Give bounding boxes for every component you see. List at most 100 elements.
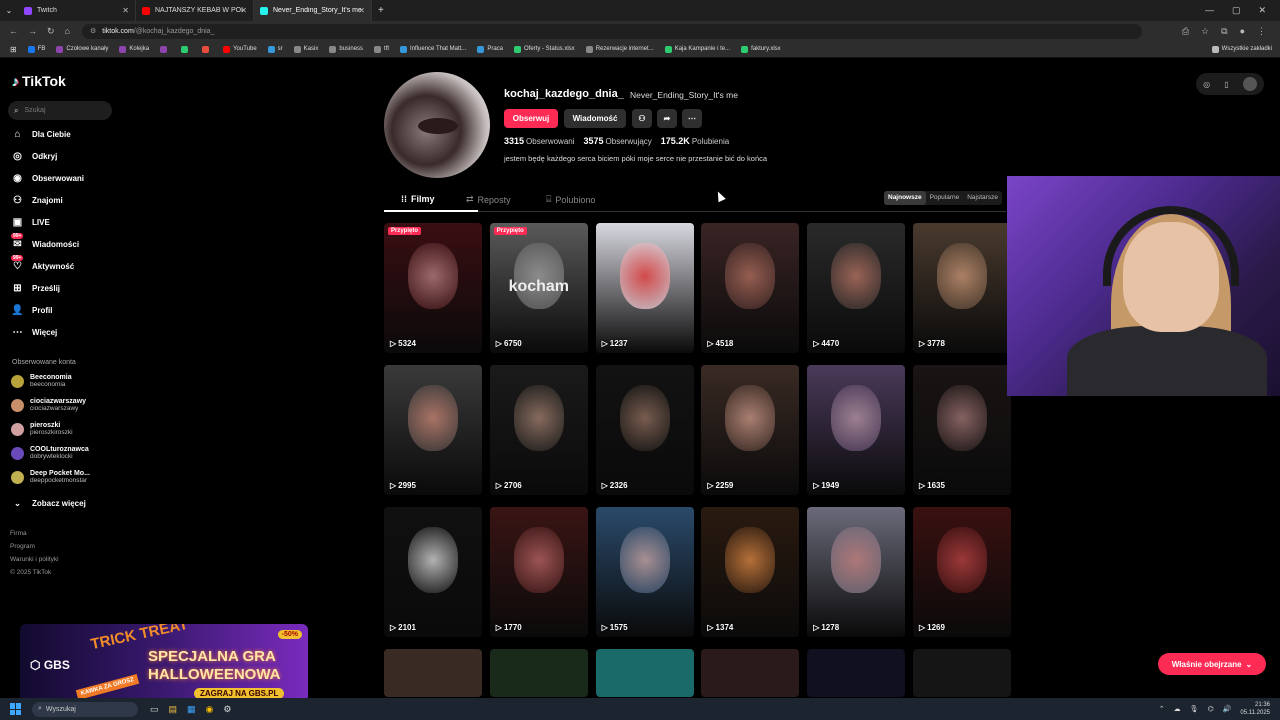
see-more-button[interactable]: ⌄ Zobacz więcej	[11, 497, 86, 510]
video-thumbnail[interactable]: ▷ 1374	[701, 507, 800, 637]
footer-link[interactable]: Warunki i polityki	[10, 556, 59, 563]
tiktok-logo[interactable]: ♪ TikTok	[12, 73, 66, 89]
sidebar-item[interactable]: ⊞ Prześlij	[11, 282, 60, 295]
all-bookmarks[interactable]: Wszystkie zakładki	[1211, 45, 1280, 53]
network-icon[interactable]: ⌬	[1208, 705, 1214, 713]
recently-watched-button[interactable]: Właśnie obejrzane ⌄	[1158, 653, 1266, 675]
bookmark-item[interactable]: Influence That Matt...	[400, 45, 466, 53]
video-thumbnail[interactable]: ▷ 1575	[595, 507, 694, 637]
footer-link[interactable]: Firma	[10, 530, 27, 537]
video-thumbnail[interactable]	[913, 649, 1011, 697]
taskbar-search[interactable]: ⌕ Wyszukaj	[32, 701, 138, 717]
footer-link[interactable]: Program	[10, 543, 35, 550]
halloween-ad-banner[interactable]: TRICK TREAT ⬡ GBS SPECJALNA GRA HALLOWEE…	[20, 624, 308, 702]
extensions-icon[interactable]: ⧉	[1221, 26, 1227, 37]
tab-search-button[interactable]: ⌄	[0, 6, 18, 15]
close-window-icon[interactable]: ✕	[1258, 5, 1266, 16]
reload-icon[interactable]: ↻	[47, 26, 55, 37]
video-thumbnail[interactable]: ▷ 1949	[807, 365, 906, 495]
sort-oldest[interactable]: Najstarsze	[963, 191, 1002, 205]
video-thumbnail[interactable]: ▷ 4470	[807, 223, 906, 353]
video-thumbnail[interactable]: ▷ 3778	[913, 223, 1011, 353]
followed-account[interactable]: COOLturoznawca dobrywteklocki	[11, 446, 89, 460]
menu-icon[interactable]: ⋮	[1257, 26, 1266, 37]
sidebar-item[interactable]: ⌂ Dla Ciebie	[11, 128, 70, 141]
task-view-icon[interactable]: ▭	[150, 704, 159, 715]
search-input[interactable]: ⌕ Szukaj	[8, 101, 112, 120]
video-thumbnail[interactable]: ▷ 2995	[384, 365, 482, 495]
profile-avatar-icon[interactable]: ●	[1240, 26, 1245, 37]
video-thumbnail[interactable]	[489, 649, 588, 697]
browser-tab[interactable]: NAJTAŃSZY KEBAB W POLSCE!✕	[136, 0, 254, 21]
video-thumbnail[interactable]: ▷ 2326	[595, 365, 694, 495]
bookmark-item[interactable]	[160, 45, 170, 53]
sidebar-item[interactable]: ⋯ Więcej	[11, 326, 58, 339]
video-thumbnail[interactable]: ▷ 1278	[807, 507, 906, 637]
bookmark-item[interactable]: Praca	[477, 45, 503, 53]
sidebar-item[interactable]: ✉ 99+ Wiadomości	[11, 233, 79, 251]
bookmark-item[interactable]: Kasix	[293, 45, 318, 53]
sidebar-item[interactable]: ◉ Obserwowani	[11, 172, 84, 185]
sidebar-item[interactable]: 👤 Profil	[11, 304, 52, 317]
sidebar-item[interactable]: ▣ LIVE	[11, 216, 50, 229]
site-info-icon[interactable]: ⚙	[90, 27, 96, 35]
store-icon[interactable]: ▦	[187, 704, 196, 715]
video-thumbnail[interactable]: kocham Przypięto ▷ 6750	[489, 223, 588, 353]
bookmark-item[interactable]: faktury.xlsx	[741, 45, 781, 53]
browser-tab[interactable]: Twitch ✕	[18, 0, 136, 21]
bookmark-item[interactable]: YouTube	[223, 45, 257, 53]
share-button[interactable]: ➦	[657, 109, 677, 128]
bookmark-item[interactable]: business	[329, 45, 363, 53]
video-thumbnail[interactable]: ▷ 1635	[913, 365, 1011, 495]
apps-icon[interactable]: ⊞	[10, 45, 17, 54]
sidebar-item[interactable]: ⚇ Znajomi	[11, 194, 63, 207]
bookmark-item[interactable]: FB	[27, 45, 45, 53]
clock[interactable]: 21:36 05.11.2025	[1240, 701, 1270, 717]
mic-icon[interactable]: 🎙	[1190, 705, 1199, 713]
maximize-icon[interactable]: ▢	[1232, 5, 1241, 16]
device-icon[interactable]: ▯	[1224, 80, 1228, 89]
video-thumbnail[interactable]: ▷ 1269	[913, 507, 1011, 637]
followed-account[interactable]: ciociazwarszawy ciociazwarszawy	[11, 398, 86, 412]
home-nav-icon[interactable]: ⌂	[65, 26, 70, 37]
video-thumbnail[interactable]	[807, 649, 906, 697]
video-thumbnail[interactable]: ▷ 2259	[701, 365, 800, 495]
bookmark-item[interactable]: Kolejka	[119, 45, 149, 53]
bookmark-star-icon[interactable]: ☆	[1201, 26, 1209, 37]
file-explorer-icon[interactable]: ▤	[169, 704, 178, 715]
bookmark-item[interactable]: tft	[374, 45, 389, 53]
url-field[interactable]: ⚙ tiktok.com /@kochaj_kazdego_dnia_	[81, 23, 1142, 39]
browser-tab[interactable]: Never_Ending_Story_It's me (@✕	[254, 0, 372, 21]
followed-account[interactable]: Deep Pocket Mo... deeppocketmonstar	[11, 470, 90, 484]
bookmark-item[interactable]	[202, 45, 212, 53]
minimize-icon[interactable]: —	[1205, 5, 1214, 16]
following-stat[interactable]: 3315 Obserwowani	[504, 136, 575, 146]
back-icon[interactable]: ←	[9, 26, 18, 37]
user-avatar-icon[interactable]	[1242, 77, 1257, 91]
follow-button[interactable]: Obserwuj	[504, 109, 558, 128]
video-thumbnail[interactable]: ▷ 2706	[489, 365, 588, 495]
video-thumbnail[interactable]: Przypięto ▷ 5324	[384, 223, 482, 353]
tab-liked[interactable]: ⌸ Polubiono	[546, 194, 595, 205]
followers-stat[interactable]: 3575 Obserwujący	[584, 136, 652, 146]
video-thumbnail[interactable]	[384, 649, 482, 697]
close-tab-icon[interactable]: ✕	[358, 6, 365, 15]
add-friend-button[interactable]: ⚇	[632, 109, 652, 128]
close-tab-icon[interactable]: ✕	[122, 6, 129, 15]
bookmark-item[interactable]: Kaja Kampanie i te...	[664, 45, 730, 53]
bookmark-item[interactable]: Oferty - Status.xlsx	[514, 45, 575, 53]
close-tab-icon[interactable]: ✕	[240, 6, 247, 15]
message-button[interactable]: Wiadomość	[564, 109, 626, 128]
sort-newest[interactable]: Najnowsze	[884, 191, 926, 205]
cloud-icon[interactable]: ☁	[1174, 705, 1181, 713]
start-button[interactable]	[10, 703, 22, 715]
settings-icon[interactable]: ⚙	[223, 704, 231, 715]
bookmark-item[interactable]: sr	[267, 45, 283, 53]
new-tab-button[interactable]: +	[372, 5, 390, 16]
video-thumbnail[interactable]	[595, 649, 694, 697]
bookmark-item[interactable]	[181, 45, 191, 53]
chevron-up-icon[interactable]: ⌃	[1159, 705, 1165, 713]
video-thumbnail[interactable]: ▷ 4518	[701, 223, 800, 353]
chrome-icon[interactable]: ◉	[206, 704, 214, 715]
video-thumbnail[interactable]	[701, 649, 800, 697]
